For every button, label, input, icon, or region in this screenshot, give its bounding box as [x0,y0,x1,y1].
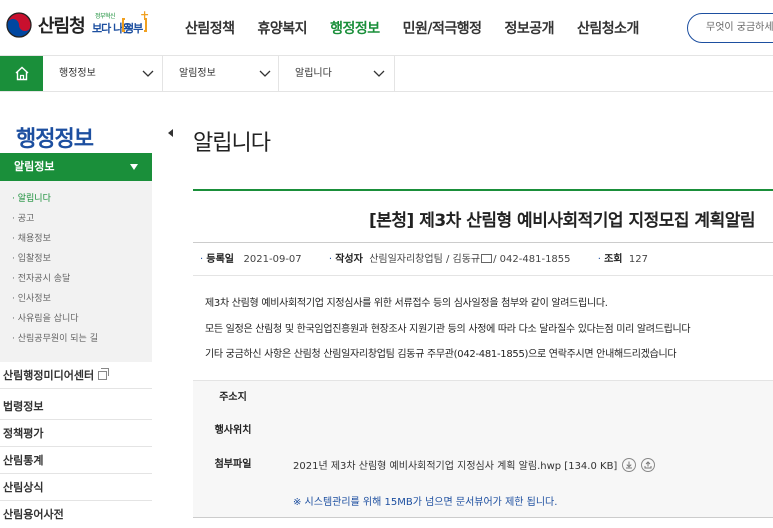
attachment-row: 2021년 제3차 산림형 예비사회적기업 지정심사 계획 알림.hwp [13… [293,457,656,472]
sidebar-item-label: 산림통계 [3,454,44,467]
sidebar-group-label: 알림정보 [14,160,55,173]
file-size-notice: ※ 시스템관리를 위해 15MB가 넘으면 문서뷰어가 제한 됩니다. [293,497,558,508]
sidebar-item-label: 정책평가 [3,427,44,440]
view-count: 127 [628,254,648,265]
breadcrumb-level1-label: 행정정보 [59,68,96,79]
sidebar-item-announcements[interactable]: · 공고 [0,209,152,229]
sidebar-title: 행정정보 [16,127,94,152]
sidebar-item-media-center[interactable]: 산림행정미디어센터 [0,362,152,389]
attachment-link[interactable]: 2021년 제3차 산림형 예비사회적기업 지정심사 계획 알림.hwp [13… [293,461,617,472]
slogan-word: 정부 [124,22,143,35]
body-paragraph: 제3차 산림형 예비사회적기업 지정심사를 위한 서류접수 등의 심사일정을 첨… [205,298,608,309]
bottom-divider [193,517,773,518]
breadcrumb-level3-label: 알립니다 [295,68,332,79]
global-nav: 산림정책 휴양복지 행정정보 민원/적극행정 정보공개 산림청소개 [185,18,662,38]
sidebar-collapse-icon[interactable] [168,129,173,137]
nav-forest-policy[interactable]: 산림정책 [185,18,235,38]
location-label: 행사위치 [214,425,252,436]
sidebar-item-label: 산림행정미디어센터 [3,369,95,382]
chevron-down-icon [259,70,271,77]
sidebar-item-bidding[interactable]: · 입찰정보 [0,249,152,269]
page-title: 알립니다 [193,131,271,156]
sidebar-item-notices[interactable]: · 알립니다 [0,189,152,209]
sidebar-item-law[interactable]: 법령정보 [0,393,152,420]
post-date: 2021-09-07 [243,254,302,265]
breadcrumb-level3[interactable]: 알립니다 [279,56,395,91]
meta-divider-bottom [193,275,773,276]
home-button[interactable] [0,56,43,91]
nav-about[interactable]: 산림청소개 [577,18,639,38]
sidebar-item-forest-knowledge[interactable]: 산림상식 [0,474,152,501]
logo-text: 산림청 [38,16,86,37]
search-input[interactable]: 무엇이 궁금하세요? [687,13,773,43]
sidebar-item-label: 산림상식 [3,481,44,494]
sidebar-item-statistics[interactable]: 산림통계 [0,447,152,474]
sidebar-sub-list: · 알립니다 · 공고 · 채용정보 · 입찰정보 · 전자공시 송달 · 인사… [0,181,152,362]
new-window-icon [98,368,110,380]
sidebar-item-private-forest[interactable]: · 사유림을 삽니다 [0,309,152,329]
sidebar-item-personnel[interactable]: · 인사정보 [0,289,152,309]
breadcrumb-level2[interactable]: 알림정보 [163,56,279,91]
post-phone: / 042-481-1855 [493,254,571,265]
download-icon[interactable] [622,458,637,472]
taegeuk-icon [6,12,32,38]
sidebar-item-forest-official[interactable]: · 산림공무원이 되는 길 [0,329,152,349]
open-viewer-icon[interactable] [641,458,656,472]
nav-admin-info[interactable]: 행정정보 [330,18,380,38]
caret-down-icon [130,164,138,170]
site-logo[interactable]: 산림청 [6,12,86,38]
slogan-small: 정부혁신 [95,13,116,20]
mail-icon[interactable] [481,254,493,263]
sidebar-item-glossary[interactable]: 산림용어사전 [0,501,152,528]
chevron-down-icon [373,70,385,77]
chevron-down-icon [142,70,154,77]
sidebar-item-recruitment[interactable]: · 채용정보 [0,229,152,249]
site-header: 산림청 정부혁신 보다 나은 정부 + 산림정책 휴양복지 행정정보 민원/적극… [0,0,773,55]
sidebar-item-label: 법령정보 [3,400,44,413]
body-paragraph: 모든 일정은 산림청 및 한국임업진흥원과 현장조사 지원기관 등의 사정에 따… [205,324,691,335]
nav-info-disclosure[interactable]: 정보공개 [505,18,555,38]
nav-civil-affairs[interactable]: 민원/적극행정 [403,18,482,38]
views-label: 조회 [604,254,623,265]
author-label: 작성자 [335,254,363,265]
attachment-label: 첨부파일 [214,459,252,470]
meta-divider-top [193,242,773,243]
post-meta: · 등록일 2021-09-07 · 작성자 산림일자리창업팀 / 김동규/ 0… [200,254,648,265]
breadcrumb-level2-label: 알림정보 [179,68,216,79]
breadcrumb-level1[interactable]: 행정정보 [43,56,163,91]
post-title: [본청] 제3차 산림형 예비사회적기업 지정모집 계획알림 [368,211,756,231]
sidebar-item-policy-eval[interactable]: 정책평가 [0,420,152,447]
date-label: 등록일 [206,254,234,265]
post-author: 산림일자리창업팀 / 김동규 [369,254,481,265]
body-paragraph: 기타 궁금하신 사항은 산림청 산림일자리창업팀 김동규 주무관(042-481… [205,349,677,360]
plus-icon: + [140,8,150,21]
sidebar-item-electronic-service[interactable]: · 전자공시 송달 [0,269,152,289]
address-label: 주소지 [219,392,247,403]
title-divider [193,189,773,191]
sidebar-group-notice[interactable]: 알림정보 [0,153,152,181]
breadcrumb: 행정정보 알림정보 알립니다 [0,55,773,92]
home-icon [15,66,28,81]
government-innovation-logo: 정부혁신 보다 나은 정부 + [92,8,150,37]
nav-recreation-welfare[interactable]: 휴양복지 [258,18,308,38]
sidebar-item-label: 산림용어사전 [3,508,64,521]
